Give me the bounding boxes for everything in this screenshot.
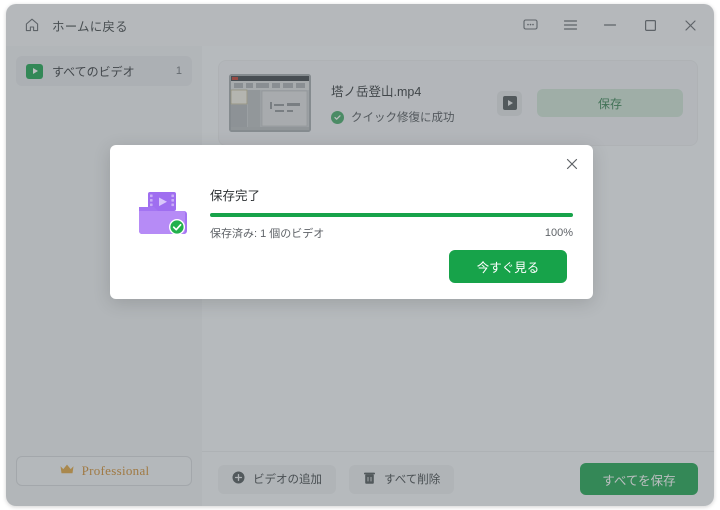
- progress-label: 保存済み: 1 個のビデオ: [210, 228, 325, 240]
- watch-now-button[interactable]: 今すぐ見る: [449, 250, 567, 283]
- watch-now-label: 今すぐ見る: [476, 261, 540, 275]
- dialog-title: 保存完了: [210, 189, 261, 203]
- progress-percent: 100%: [544, 227, 573, 239]
- progress-bar: [210, 213, 573, 217]
- save-complete-dialog: 保存完了 保存済み: 1 個のビデオ 100% 今すぐ見る: [110, 145, 593, 299]
- progress-meta: 保存済み: 1 個のビデオ 100%: [210, 225, 573, 241]
- dialog-body: 保存完了 保存済み: 1 個のビデオ 100%: [136, 185, 573, 241]
- dialog-progress-section: 保存完了 保存済み: 1 個のビデオ 100%: [210, 185, 573, 241]
- application-window: ホームに戻る すべてのビデオ 1 Professional 塔ノ岳登山.mp4 …: [6, 4, 714, 506]
- video-folder-success-icon: [136, 189, 188, 237]
- close-icon[interactable]: [561, 153, 583, 175]
